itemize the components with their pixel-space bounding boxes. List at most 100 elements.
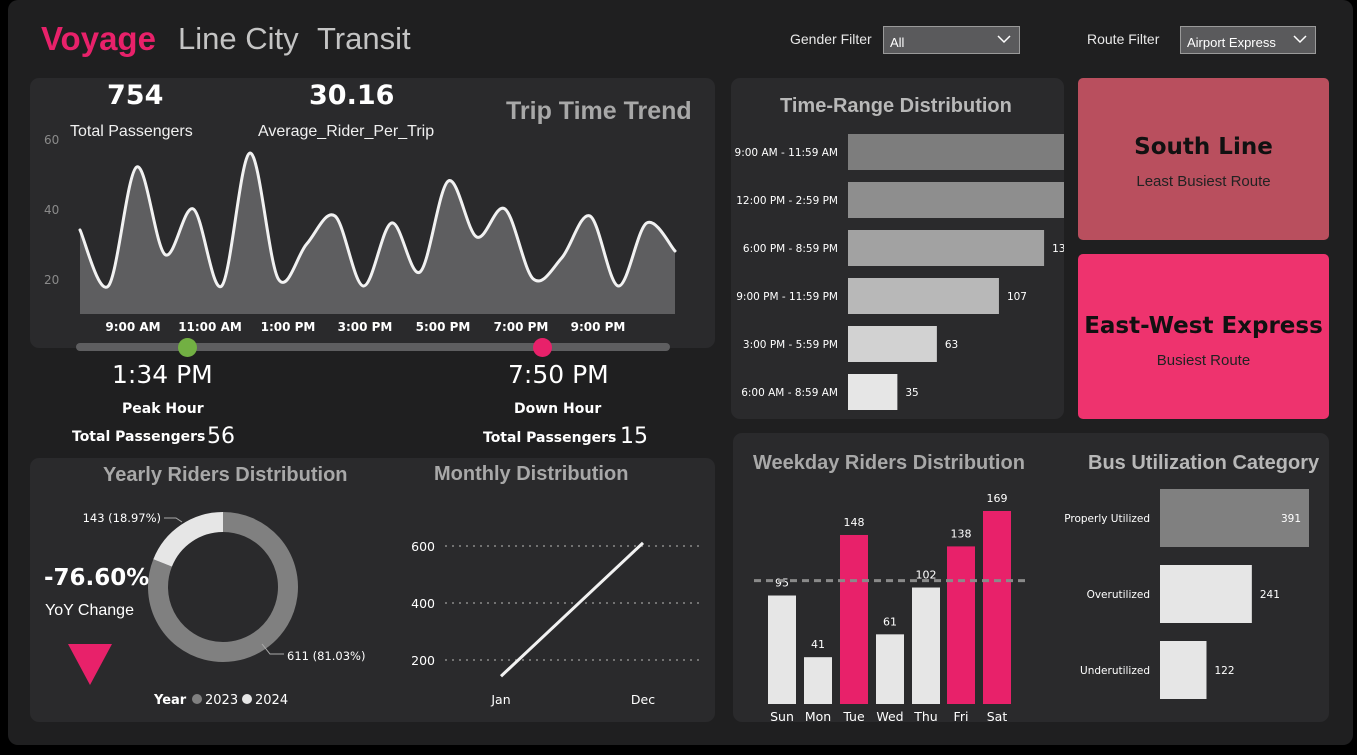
busiest-route-name: East-West Express bbox=[1084, 313, 1323, 339]
time-range-value: 139 bbox=[1052, 243, 1064, 255]
weekday-bar[interactable] bbox=[947, 546, 975, 704]
weekday-label: Sun bbox=[770, 709, 794, 724]
utilization-title: Bus Utilization Category bbox=[1088, 452, 1320, 474]
time-range-value: 35 bbox=[905, 387, 918, 399]
down-total-passengers-label: Total Passengers bbox=[483, 430, 617, 446]
time-range-title: Time-Range Distribution bbox=[780, 95, 1012, 117]
yearly-donut-chart: 143 (18.97%) 611 (81.03%) Year 2023 2024 bbox=[83, 511, 366, 708]
weekday-bar[interactable] bbox=[804, 657, 832, 704]
utilization-bar[interactable] bbox=[1160, 641, 1207, 699]
least-route-label: Least Busiest Route bbox=[1136, 173, 1271, 190]
time-range-bar[interactable] bbox=[848, 326, 937, 362]
trend-x-tick: 1:00 PM bbox=[261, 320, 316, 334]
monthly-x-tick: Jan bbox=[490, 692, 510, 707]
chevron-down-icon bbox=[1293, 35, 1307, 44]
trend-x-tick: 11:00 AM bbox=[178, 320, 242, 334]
utilization-value: 241 bbox=[1260, 589, 1280, 601]
donut-legend-title: Year bbox=[153, 693, 187, 708]
donut-leader-line bbox=[164, 517, 183, 523]
trend-x-tick: 9:00 AM bbox=[105, 320, 160, 334]
donut-slice[interactable] bbox=[153, 512, 224, 568]
weekday-label: Sat bbox=[987, 709, 1008, 724]
trend-x-tick: 3:00 PM bbox=[338, 320, 393, 334]
utilization-value: 391 bbox=[1281, 513, 1301, 525]
time-range-value: 63 bbox=[945, 339, 958, 351]
weekday-label: Thu bbox=[913, 709, 937, 724]
weekday-value: 148 bbox=[844, 516, 865, 529]
time-range-label: 3:00 PM - 5:59 PM bbox=[743, 339, 838, 351]
down-hour-marker[interactable] bbox=[533, 338, 552, 357]
trend-y-tick: 60 bbox=[44, 133, 59, 147]
monthly-x-tick: Dec bbox=[631, 692, 655, 707]
time-range-label: 9:00 PM - 11:59 PM bbox=[736, 291, 838, 303]
utilization-label: Overutilized bbox=[1087, 589, 1150, 601]
trend-x-tick: 7:00 PM bbox=[494, 320, 549, 334]
monthly-title: Monthly Distribution bbox=[434, 463, 629, 485]
weekday-bar[interactable] bbox=[983, 511, 1011, 704]
legend-swatch-2023 bbox=[192, 694, 202, 704]
utilization-value: 122 bbox=[1214, 665, 1234, 677]
peak-hour-label: Peak Hour bbox=[122, 401, 204, 417]
peak-hour-time: 1:34 PM bbox=[112, 360, 213, 389]
weekday-label: Tue bbox=[842, 709, 865, 724]
weekday-label: Mon bbox=[805, 709, 831, 724]
legend-label-2024[interactable]: 2024 bbox=[255, 693, 288, 708]
legend-swatch-2024 bbox=[242, 694, 252, 704]
busiest-route-label: Busiest Route bbox=[1156, 352, 1251, 369]
utilization-bar[interactable] bbox=[1160, 565, 1252, 623]
monthly-line-chart: 200 400 600 Jan Dec bbox=[411, 539, 700, 707]
time-range-value: 107 bbox=[1007, 291, 1027, 303]
time-range-chart: 9:00 AM - 11:59 AM22412:00 PM - 2:59 PM1… bbox=[735, 134, 1064, 410]
time-range-bar[interactable] bbox=[848, 230, 1045, 266]
gender-filter-label: Gender Filter bbox=[790, 31, 872, 47]
route-filter-dropdown[interactable]: Airport Express bbox=[1180, 26, 1316, 54]
time-range-bar[interactable] bbox=[848, 278, 999, 314]
weekday-label: Wed bbox=[876, 709, 903, 724]
trend-y-tick: 20 bbox=[44, 273, 59, 287]
time-range-label: 6:00 PM - 8:59 PM bbox=[743, 243, 838, 255]
monthly-y-tick: 200 bbox=[411, 653, 435, 668]
weekday-bar[interactable] bbox=[912, 587, 940, 704]
peak-total-passengers-value: 56 bbox=[207, 424, 235, 449]
time-range-label: 6:00 AM - 8:59 AM bbox=[741, 387, 838, 399]
legend-label-2023[interactable]: 2023 bbox=[205, 693, 238, 708]
utilization-label: Properly Utilized bbox=[1064, 513, 1150, 525]
gender-filter-dropdown[interactable]: All bbox=[883, 26, 1020, 54]
monthly-y-tick: 600 bbox=[411, 539, 435, 554]
trip-trend-chart: 60 40 20 9:00 AM 11:00 AM 1:00 PM 3:00 PM 5:00… bbox=[44, 133, 677, 334]
time-range-bar[interactable] bbox=[848, 182, 1064, 218]
route-filter-value: Airport Express bbox=[1187, 35, 1276, 50]
gender-filter-value: All bbox=[890, 35, 905, 50]
weekday-value: 61 bbox=[883, 615, 897, 628]
peak-total-passengers-label: Total Passengers bbox=[72, 429, 206, 445]
time-range-bar[interactable] bbox=[848, 374, 898, 410]
utilization-bar-chart: Properly Utilized 391 Overutilized 241 Under… bbox=[1064, 489, 1309, 699]
trend-x-tick: 5:00 PM bbox=[416, 320, 471, 334]
utilization-label: Underutilized bbox=[1080, 665, 1150, 677]
weekday-label: Fri bbox=[954, 709, 969, 724]
weekday-value: 138 bbox=[951, 527, 972, 540]
trend-x-tick: 9:00 PM bbox=[571, 320, 626, 334]
weekday-value: 41 bbox=[811, 638, 825, 651]
weekday-bar[interactable] bbox=[840, 534, 868, 704]
down-total-passengers-value: 15 bbox=[620, 424, 648, 449]
route-filter-label: Route Filter bbox=[1087, 31, 1160, 47]
weekday-value: 169 bbox=[987, 492, 1008, 505]
donut-label-2023: 611 (81.03%) bbox=[287, 649, 365, 663]
peak-hour-marker[interactable] bbox=[178, 338, 197, 357]
down-hour-time: 7:50 PM bbox=[508, 360, 609, 389]
chevron-down-icon bbox=[997, 35, 1011, 44]
weekday-bar[interactable] bbox=[768, 595, 796, 704]
donut-label-2024: 143 (18.97%) bbox=[83, 511, 161, 525]
time-range-label: 12:00 PM - 2:59 PM bbox=[736, 195, 838, 207]
trend-y-tick: 40 bbox=[44, 203, 59, 217]
time-slider-track[interactable] bbox=[76, 343, 670, 351]
weekday-bar-chart: 95Sun41Mon148Tue61Wed102Thu138Fri169Sat bbox=[754, 492, 1030, 724]
monthly-line[interactable] bbox=[499, 541, 645, 678]
weekday-bar[interactable] bbox=[876, 634, 904, 704]
monthly-y-tick: 400 bbox=[411, 596, 435, 611]
trend-area-fill bbox=[80, 152, 675, 314]
time-range-label: 9:00 AM - 11:59 AM bbox=[735, 147, 838, 159]
time-range-bar[interactable] bbox=[848, 134, 1064, 170]
weekday-value: 95 bbox=[775, 577, 789, 590]
